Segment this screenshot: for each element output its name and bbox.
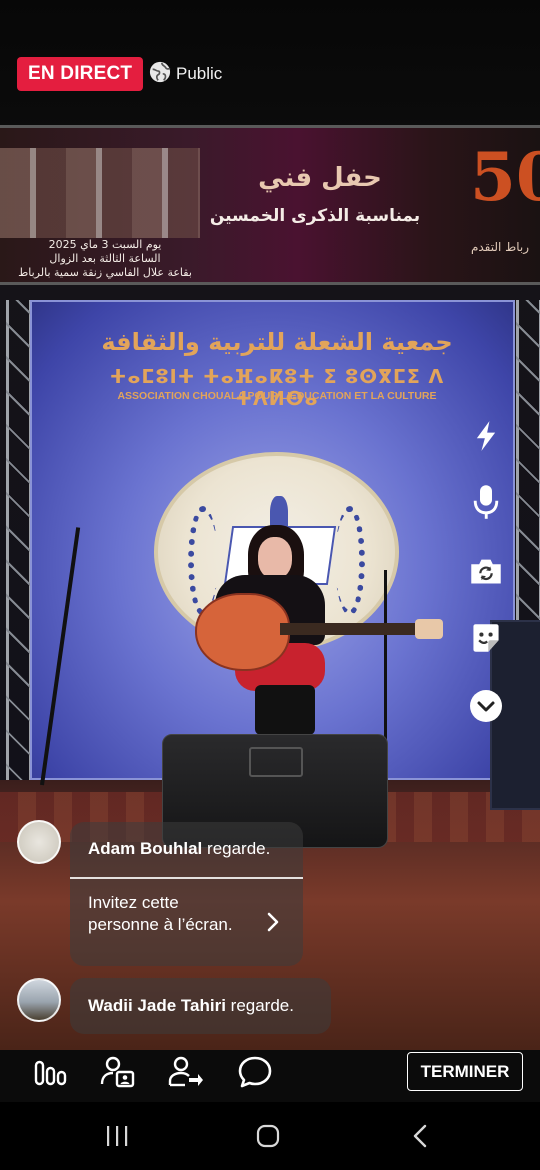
invite-to-screen-button[interactable]: Invitez cette personne à l’écran. xyxy=(70,877,303,966)
live-badge: EN DIRECT xyxy=(17,57,144,91)
end-live-button[interactable]: TERMINER xyxy=(407,1052,523,1091)
avatar[interactable] xyxy=(17,820,61,864)
flip-camera-icon xyxy=(469,556,503,586)
stats-button[interactable] xyxy=(29,1054,73,1094)
avatar[interactable] xyxy=(17,978,61,1022)
more-tools-button[interactable] xyxy=(464,684,508,728)
truss-left xyxy=(6,300,32,780)
guitar-neck xyxy=(280,623,420,635)
banner-date-line: بقاعة علال الفاسي زنقة سمية بالرباط xyxy=(18,266,192,279)
performer xyxy=(190,525,443,735)
banner-org-short: رباط التقدم xyxy=(470,240,530,254)
back-button[interactable] xyxy=(398,1118,442,1158)
banner-title: حفل فني xyxy=(258,163,382,193)
viewer-action: regarde. xyxy=(230,996,294,1015)
add-guest-icon xyxy=(168,1056,204,1093)
viewer-name[interactable]: Wadii Jade Tahiri xyxy=(88,996,226,1015)
globe-icon xyxy=(149,61,171,88)
banner-date: يوم السبت 3 ماي 2025 الساعة الثالثة بعد … xyxy=(0,238,210,280)
guest-icon xyxy=(100,1056,136,1093)
recent-apps-button[interactable] xyxy=(95,1118,139,1158)
guitar-body xyxy=(195,593,290,671)
guest-button[interactable] xyxy=(96,1054,140,1094)
comment-button[interactable] xyxy=(233,1054,277,1094)
banner-date-line: يوم السبت 3 ماي 2025 xyxy=(48,238,162,251)
viewer-name[interactable]: Adam Bouhlal xyxy=(88,839,202,858)
home-icon xyxy=(256,1124,280,1153)
back-icon xyxy=(412,1124,428,1153)
comment-icon xyxy=(237,1055,273,1094)
invite-text: Invitez cette personne à l’écran. xyxy=(88,893,233,934)
add-guest-button[interactable] xyxy=(164,1054,208,1094)
backdrop-french-title: ASSOCIATION CHOUALA POUR L'EDUCATION ET … xyxy=(117,390,437,402)
flash-button[interactable] xyxy=(464,414,508,458)
backdrop-tifinagh-title: ⵜⴰⵎⵓⵏⵜ ⵜⴰⴼⴰⴽⵓⵜ ⵉ ⵓⵙⴳⵎⵉ ⴷ ⵜⴷⵍⵙⴰ xyxy=(109,366,445,410)
home-button[interactable] xyxy=(246,1118,290,1158)
backdrop-arabic-title: جمعية الشعلة للتربية والثقافة xyxy=(101,328,453,356)
banner-subtitle: بمناسبة الذكرى الخمسين xyxy=(209,206,421,226)
guitar-head xyxy=(415,619,443,639)
microphone-button[interactable] xyxy=(464,480,508,524)
chevron-down-icon xyxy=(469,689,503,723)
performer-face xyxy=(258,537,292,579)
face-effects-icon xyxy=(470,622,502,654)
stats-icon xyxy=(34,1058,68,1091)
flash-icon xyxy=(472,420,500,452)
viewer-comment: Wadii Jade Tahiri regarde. xyxy=(70,978,331,1034)
banner-date-line: الساعة الثالثة بعد الزوال xyxy=(49,252,161,265)
microphone-icon xyxy=(471,484,501,520)
recent-apps-icon xyxy=(105,1125,129,1152)
viewer-comment-text: Wadii Jade Tahiri regarde. xyxy=(88,995,294,1017)
privacy-indicator[interactable]: Public xyxy=(149,61,223,88)
event-banner: حفل فني بمناسبة الذكرى الخمسين يوم السبت… xyxy=(0,125,540,285)
banner-photos xyxy=(0,148,200,238)
banner-anniversary-number: 50 xyxy=(470,138,540,216)
viewer-action: regarde. xyxy=(207,839,271,858)
privacy-label: Public xyxy=(176,64,223,83)
chevron-right-icon xyxy=(266,911,280,938)
face-effects-button[interactable] xyxy=(464,616,508,660)
viewer-comment: Adam Bouhlal regarde. xyxy=(70,822,303,877)
viewer-comment-text: Adam Bouhlal regarde. xyxy=(88,838,270,860)
flip-camera-button[interactable] xyxy=(464,549,508,593)
performer-legs xyxy=(255,685,315,735)
speaker-logo xyxy=(249,747,303,777)
